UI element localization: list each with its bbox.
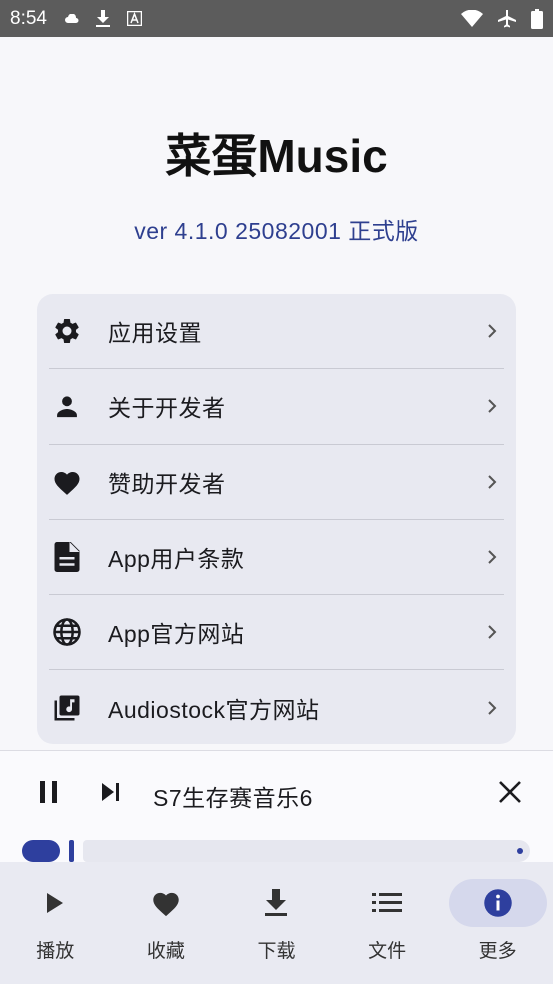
skip-next-button[interactable] [95, 776, 127, 808]
nav-label: 下载 [257, 941, 296, 962]
progress-end-dot [517, 848, 523, 854]
nav-label: 播放 [36, 941, 75, 962]
nav-downloads[interactable]: 下载 [221, 862, 332, 984]
heart-icon [153, 892, 179, 917]
menu-item-about-developer[interactable]: 关于开发者 [49, 369, 504, 445]
progress-thumb[interactable] [69, 840, 74, 862]
track-title: S7生存赛音乐6 [153, 785, 313, 811]
music-library-icon [51, 692, 83, 724]
menu-item-label: App用户条款 [108, 546, 245, 573]
status-time: 8:54 [10, 7, 47, 29]
menu-item-label: 赞助开发者 [108, 470, 226, 497]
bottom-nav: 播放 收藏 下载 文件 更多 [0, 862, 553, 984]
download-status-icon [95, 9, 111, 28]
menu-item-user-terms[interactable]: App用户条款 [49, 520, 504, 596]
nav-label: 更多 [478, 941, 517, 962]
chevron-right-icon [486, 474, 498, 490]
battery-icon [531, 8, 543, 29]
airplane-icon [497, 9, 517, 29]
person-icon [51, 390, 83, 422]
close-icon [499, 781, 521, 803]
globe-icon [51, 616, 83, 648]
progress-slider[interactable] [20, 839, 532, 863]
menu-item-official-website[interactable]: App官方网站 [49, 595, 504, 671]
progress-fill [22, 840, 60, 862]
nav-play[interactable]: 播放 [0, 862, 111, 984]
menu-item-label: 应用设置 [108, 320, 202, 347]
chevron-right-icon [486, 323, 498, 339]
chevron-right-icon [486, 624, 498, 640]
font-status-icon [126, 11, 142, 26]
menu-item-label: 关于开发者 [108, 395, 226, 422]
play-icon [47, 893, 64, 913]
heart-icon [51, 466, 83, 498]
app-title: 菜蛋Music [165, 130, 388, 182]
list-icon [372, 893, 403, 912]
nav-files[interactable]: 文件 [332, 862, 443, 984]
pause-icon [40, 781, 57, 803]
mini-player: S7生存赛音乐6 [0, 750, 553, 862]
download-icon [265, 889, 288, 916]
menu-item-label: Audiostock官方网站 [108, 697, 320, 724]
status-bar: 8:54 [0, 0, 553, 37]
cloud-icon [65, 13, 79, 24]
nav-label: 文件 [368, 941, 407, 962]
chevron-right-icon [486, 549, 498, 565]
gear-icon [51, 315, 83, 347]
wifi-icon [461, 9, 483, 28]
nav-more[interactable]: 更多 [442, 862, 553, 984]
info-icon [483, 889, 512, 917]
menu-item-app-settings[interactable]: 应用设置 [49, 294, 504, 370]
chevron-right-icon [486, 700, 498, 716]
progress-track [83, 840, 530, 862]
menu-item-sponsor-developer[interactable]: 赞助开发者 [49, 445, 504, 520]
settings-menu: 应用设置 关于开发者 赞助开发者 App用户条款 App官方网站 Audiost… [37, 294, 516, 744]
menu-item-label: App官方网站 [108, 621, 245, 648]
nav-label: 收藏 [146, 941, 185, 962]
chevron-right-icon [486, 398, 498, 414]
skip-next-icon [102, 783, 119, 801]
menu-item-audiostock-website[interactable]: Audiostock官方网站 [49, 670, 504, 745]
close-player-button[interactable] [494, 776, 526, 808]
pause-button[interactable] [33, 776, 65, 808]
nav-favorites[interactable]: 收藏 [111, 862, 222, 984]
app-version: ver 4.1.0 25082001 正式版 [134, 218, 419, 244]
document-icon [51, 541, 83, 573]
